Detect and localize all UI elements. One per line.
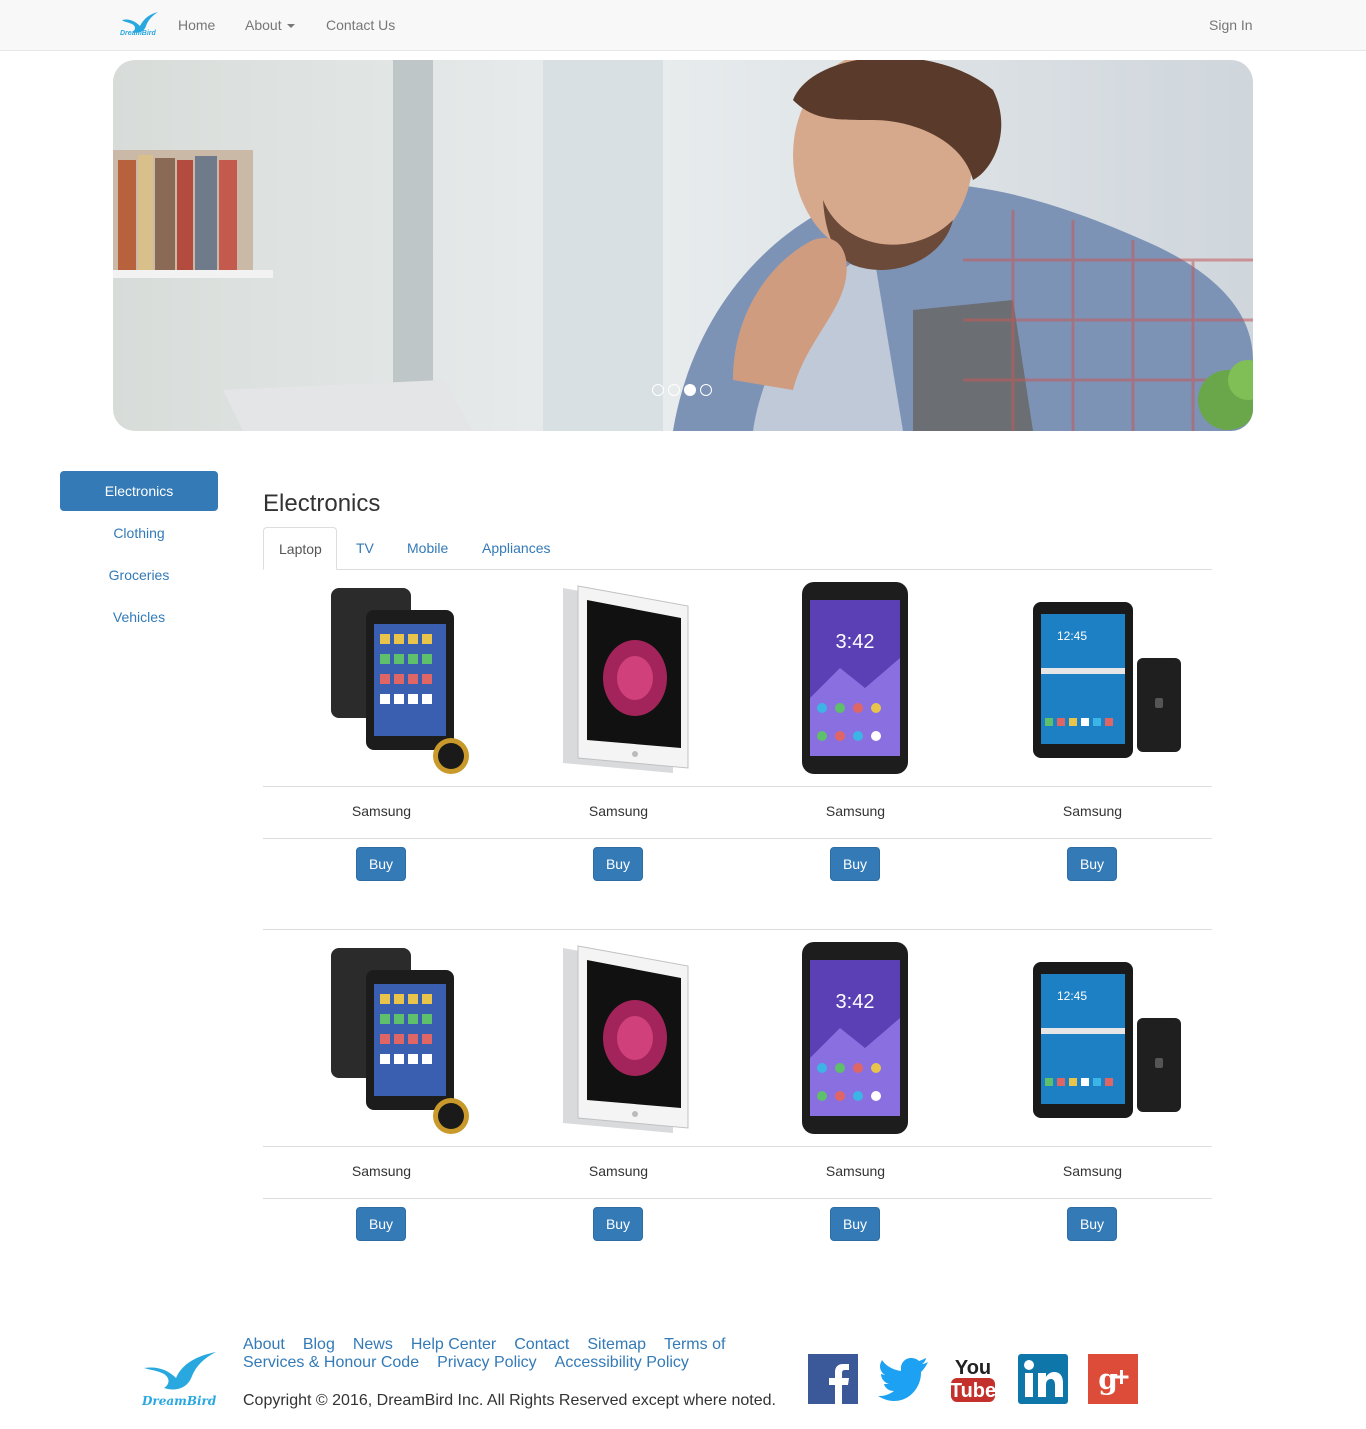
hero-carousel[interactable] <box>113 60 1253 431</box>
sidebar-item-electronics[interactable]: Electronics <box>60 471 218 511</box>
section-title: Electronics <box>263 490 381 517</box>
table-divider <box>263 786 1212 787</box>
product-name: Samsung <box>351 803 412 819</box>
footer-link-blog[interactable]: Blog <box>303 1336 335 1353</box>
buy-button[interactable]: Buy <box>830 847 880 881</box>
category-tabs: Laptop TV Mobile Appliances <box>263 527 1212 570</box>
svg-text:3:42: 3:42 <box>836 631 875 653</box>
product-name: Samsung <box>825 1163 886 1179</box>
tab-appliances[interactable]: Appliances <box>467 527 566 570</box>
facebook-icon[interactable] <box>808 1354 858 1404</box>
nav-about-label: About <box>245 17 282 33</box>
product-name: Samsung <box>351 1163 412 1179</box>
footer-dreambird-logo[interactable]: DreamBird <box>140 1348 218 1410</box>
twitter-icon[interactable] <box>878 1354 928 1404</box>
svg-text:You: You <box>955 1357 991 1379</box>
product-name: Samsung <box>1062 803 1123 819</box>
product-image[interactable] <box>286 938 476 1138</box>
copyright-text: Copyright © 2016, DreamBird Inc. All Rig… <box>243 1392 776 1409</box>
footer-links: About Blog News Help Center Contact Sitemap Te… <box>243 1336 783 1372</box>
tab-tv[interactable]: TV <box>341 527 389 570</box>
buy-button[interactable]: Buy <box>1067 1207 1117 1241</box>
buy-button[interactable]: Buy <box>1067 847 1117 881</box>
product-name: Samsung <box>825 803 886 819</box>
product-image[interactable] <box>286 578 476 778</box>
footer-link-news[interactable]: News <box>353 1336 393 1353</box>
nav-about-dropdown[interactable]: About <box>245 17 295 33</box>
tab-mobile[interactable]: Mobile <box>392 527 463 570</box>
product-image[interactable]: 12:45 <box>997 938 1187 1138</box>
brand-text: DreamBird <box>120 30 156 37</box>
youtube-icon[interactable]: You Tube <box>948 1354 998 1404</box>
buy-button[interactable]: Buy <box>356 847 406 881</box>
product-image[interactable]: 3:42 <box>760 938 950 1138</box>
buy-button[interactable]: Buy <box>830 1207 880 1241</box>
product-name: Samsung <box>588 1163 649 1179</box>
footer-link-accessibility[interactable]: Accessibility Policy <box>555 1354 689 1371</box>
product-image[interactable]: 12:45 <box>997 578 1187 778</box>
product-name: Samsung <box>1062 1163 1123 1179</box>
table-divider <box>263 1198 1212 1199</box>
footer-logo-text: DreamBird <box>142 1394 217 1408</box>
svg-text:12:45: 12:45 <box>1057 989 1087 1003</box>
tab-laptop[interactable]: Laptop <box>263 527 337 570</box>
table-divider <box>263 838 1212 839</box>
nav-contact-us[interactable]: Contact Us <box>326 17 395 33</box>
svg-text:3:42: 3:42 <box>836 991 875 1013</box>
buy-button[interactable]: Buy <box>593 847 643 881</box>
product-image[interactable] <box>523 578 713 778</box>
footer-link-help-center[interactable]: Help Center <box>411 1336 496 1353</box>
svg-text:g: g <box>1098 1363 1118 1396</box>
footer-link-about[interactable]: About <box>243 1336 285 1353</box>
google-plus-icon[interactable]: g <box>1088 1354 1138 1404</box>
linkedin-icon[interactable] <box>1018 1354 1068 1404</box>
svg-text:Tube: Tube <box>950 1380 996 1402</box>
carousel-indicator-4[interactable] <box>700 384 712 396</box>
table-divider <box>263 1146 1212 1147</box>
navbar: DreamBird Home About Contact Us Sign In <box>0 0 1366 51</box>
sidebar-item-vehicles[interactable]: Vehicles <box>60 597 218 637</box>
product-image[interactable] <box>523 938 713 1138</box>
sidebar-item-groceries[interactable]: Groceries <box>60 555 218 595</box>
carousel-indicator-3[interactable] <box>684 384 696 396</box>
sign-in-link[interactable]: Sign In <box>1209 17 1253 33</box>
carousel-indicators <box>652 384 712 396</box>
nav-home[interactable]: Home <box>178 17 215 33</box>
row-separator <box>263 929 1212 930</box>
caret-down-icon <box>286 24 295 29</box>
hero-image <box>113 60 1253 431</box>
product-name: Samsung <box>588 803 649 819</box>
carousel-indicator-2[interactable] <box>668 384 680 396</box>
buy-button[interactable]: Buy <box>593 1207 643 1241</box>
footer-link-privacy[interactable]: Privacy Policy <box>437 1354 537 1371</box>
sidebar-item-clothing[interactable]: Clothing <box>60 513 218 553</box>
svg-text:12:45: 12:45 <box>1057 629 1087 643</box>
footer-link-contact[interactable]: Contact <box>514 1336 569 1353</box>
footer-link-sitemap[interactable]: Sitemap <box>587 1336 646 1353</box>
carousel-indicator-1[interactable] <box>652 384 664 396</box>
buy-button[interactable]: Buy <box>356 1207 406 1241</box>
dreambird-logo[interactable]: DreamBird <box>118 8 160 42</box>
product-image[interactable]: 3:42 <box>760 578 950 778</box>
